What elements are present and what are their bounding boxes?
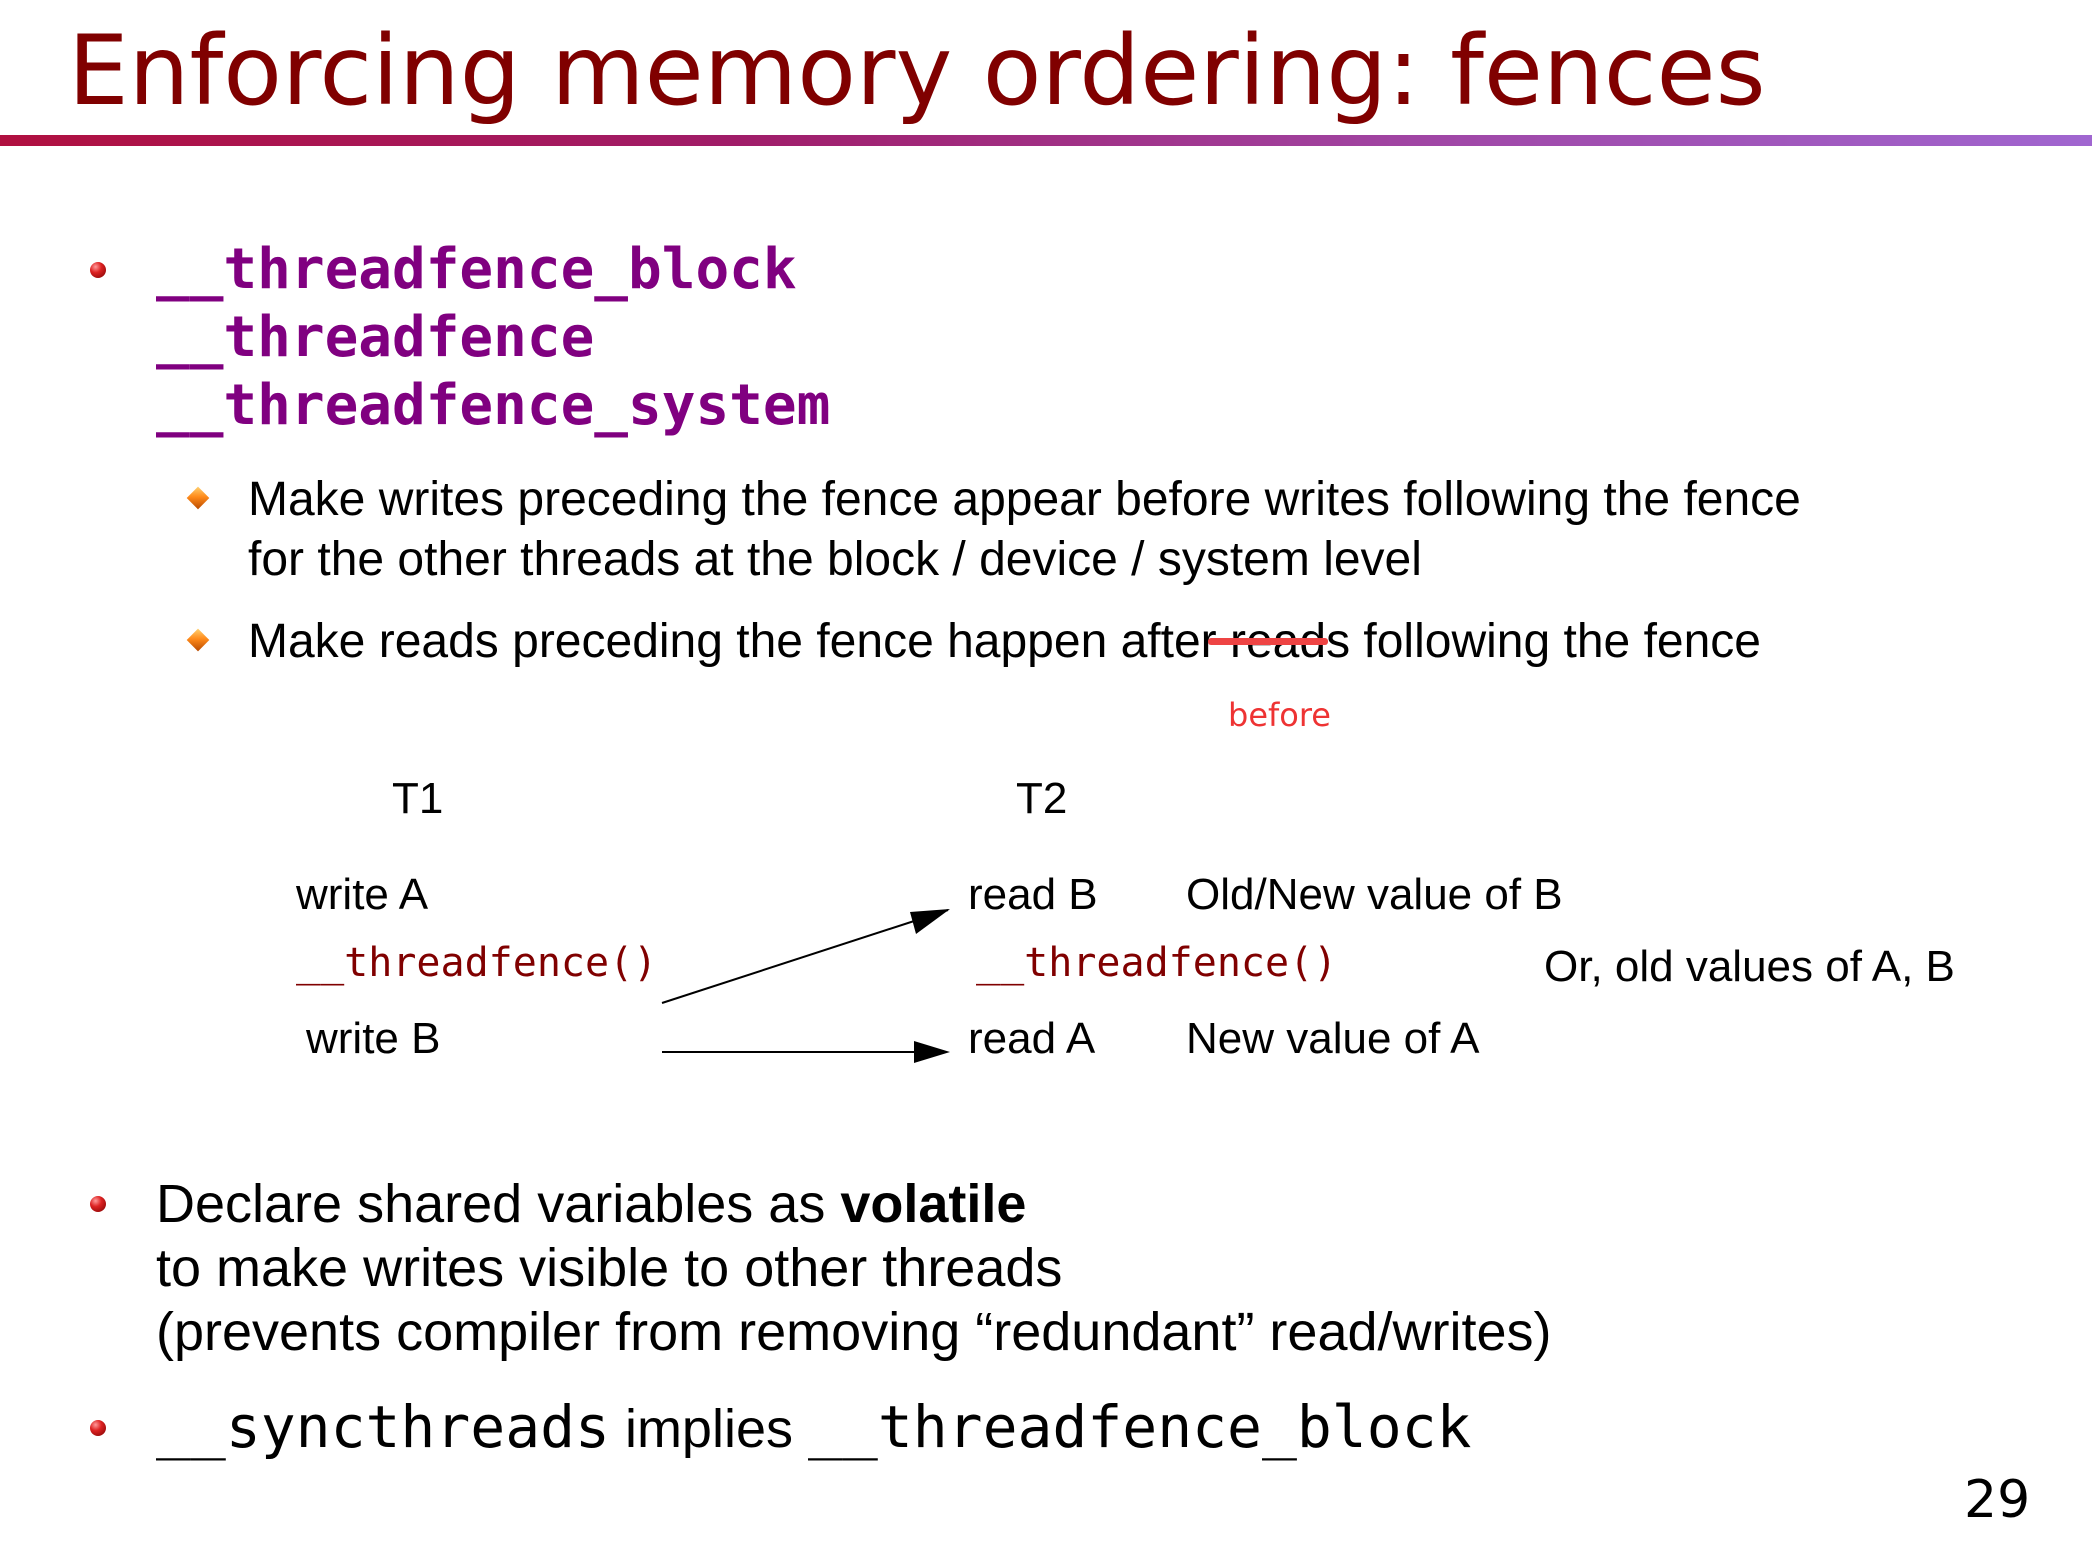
syncthreads-middle: implies <box>609 1399 808 1459</box>
bullet-icon <box>90 1196 106 1212</box>
threadfence-block-code: __threadfence_block <box>808 1393 1472 1461</box>
syncthreads-code: __syncthreads <box>156 1393 610 1461</box>
arrowhead-icon <box>910 909 950 934</box>
volatile-point: Declare shared variables as volatile to … <box>156 1172 1552 1364</box>
bullet-icon <box>90 1420 106 1436</box>
arrow-write-a-to-read-b <box>661 909 949 1004</box>
volatile-prefix: Declare shared variables as <box>156 1174 841 1234</box>
syncthreads-point: __syncthreads implies __threadfence_bloc… <box>156 1392 1471 1464</box>
arrowhead-icon <box>914 1041 950 1063</box>
volatile-keyword: volatile <box>840 1174 1027 1234</box>
volatile-line2: to make writes visible to other threads <box>156 1238 1063 1298</box>
volatile-line1: Declare shared variables as volatile <box>156 1172 1552 1236</box>
page-number: 29 <box>1964 1470 2031 1530</box>
volatile-line3: (prevents compiler from removing “redund… <box>156 1302 1552 1362</box>
